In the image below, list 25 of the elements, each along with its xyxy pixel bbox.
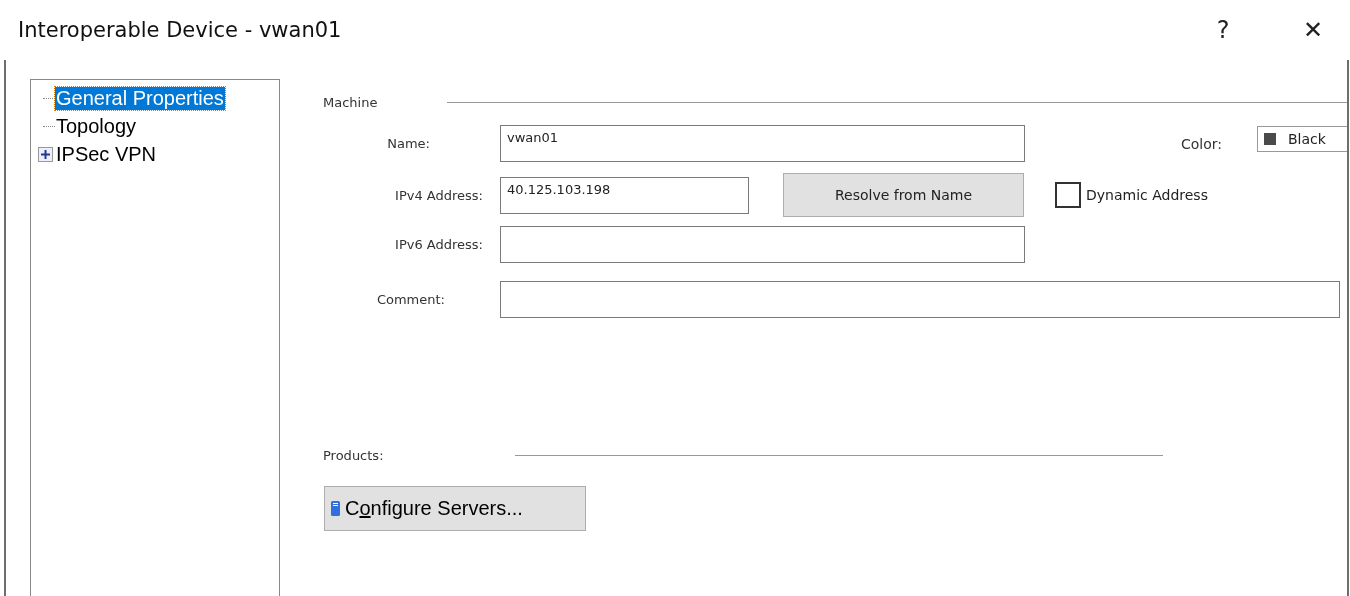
section-heading: Machine bbox=[323, 94, 379, 110]
configure-servers-button[interactable]: Configure Servers... bbox=[324, 486, 586, 531]
field-label: IPv6 Address: bbox=[394, 237, 484, 252]
window-title: Interoperable Device - vwan01 bbox=[18, 18, 343, 42]
comment-field[interactable] bbox=[500, 281, 1340, 318]
ipv4-field[interactable]: 40.125.103.198 bbox=[500, 176, 749, 214]
field-label: IPv4 Address: bbox=[394, 187, 484, 203]
field-label: Comment: bbox=[375, 292, 446, 307]
tree-item[interactable]: General Properties bbox=[55, 86, 225, 110]
section-heading: Products: bbox=[323, 447, 385, 463]
name-field[interactable]: vwan01 bbox=[500, 125, 1025, 162]
close-button[interactable]: ✕ bbox=[1290, 10, 1336, 50]
ipv6-field[interactable] bbox=[500, 226, 1025, 263]
resolve-button[interactable]: Resolve from Name bbox=[783, 173, 1024, 217]
field-label: Name: bbox=[386, 136, 431, 151]
help-button[interactable]: ? bbox=[1200, 10, 1246, 50]
tree-item[interactable]: IPSec VPN bbox=[55, 142, 158, 166]
checkbox[interactable] bbox=[1055, 182, 1081, 208]
field-label: Color: bbox=[1181, 135, 1224, 152]
expand-button[interactable] bbox=[37, 146, 53, 162]
color-swatch bbox=[1264, 132, 1276, 145]
book-icon bbox=[331, 501, 340, 516]
tree-item[interactable]: Topology bbox=[55, 114, 138, 138]
checkbox-label: Dynamic Address bbox=[1086, 187, 1208, 203]
color-dropdown[interactable]: Black bbox=[1257, 125, 1347, 152]
